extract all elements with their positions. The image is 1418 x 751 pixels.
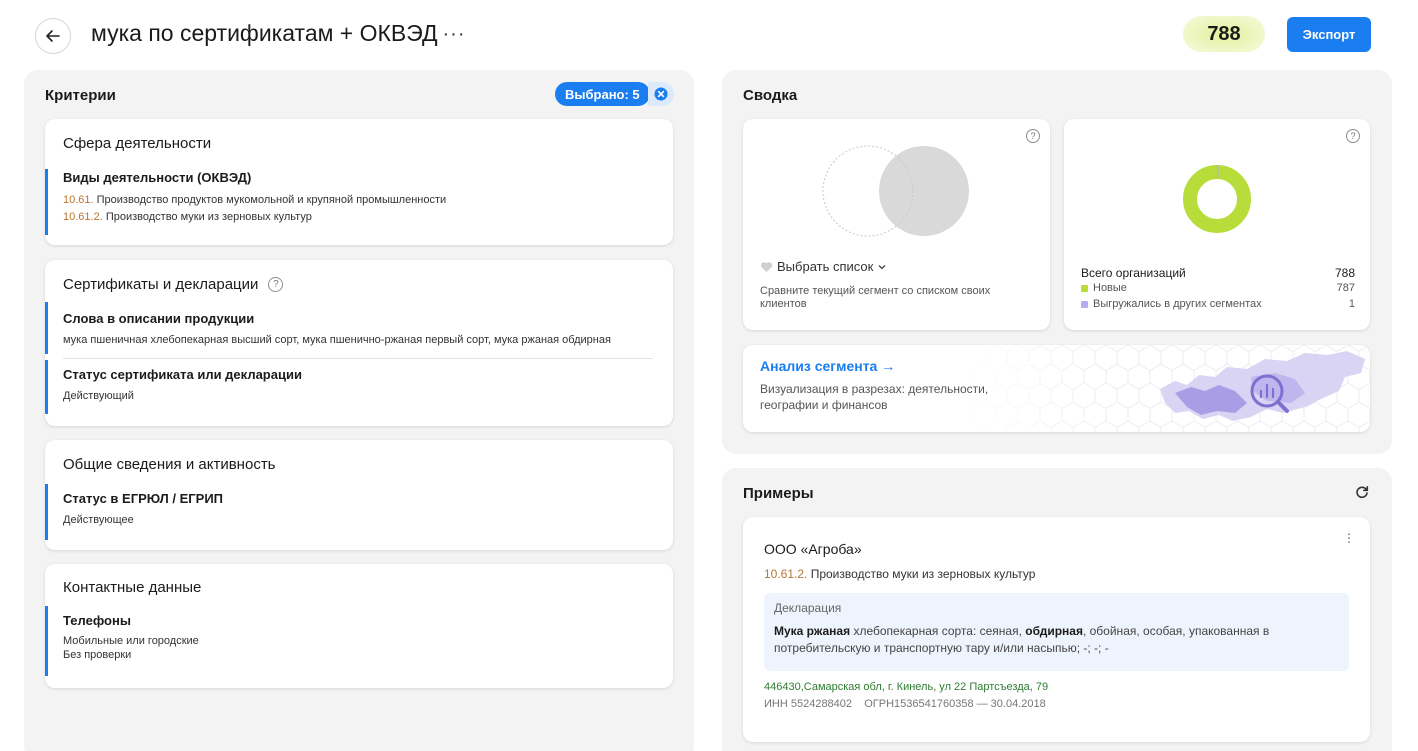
- card-title: Сертификаты и декларации ?: [63, 276, 284, 293]
- stat-exported-value: 1: [1348, 298, 1355, 310]
- export-button[interactable]: Экспорт: [1287, 17, 1371, 52]
- company-identifiers: ИНН 5524288402 ОГРН1536541760358 — 30.04…: [764, 698, 1046, 710]
- venn-diagram-icon: [822, 145, 969, 237]
- highlight: обдирная: [1025, 624, 1083, 638]
- more-options-button[interactable]: ···: [440, 20, 468, 48]
- declaration-box: Декларация Мука ржаная хлебопекарная сор…: [764, 593, 1349, 671]
- criterion-name: Виды деятельности (ОКВЭД): [63, 170, 252, 185]
- okved-text: Производство муки из зерновых культур: [102, 211, 312, 223]
- legend-dot-new: [1081, 284, 1088, 292]
- company-okved: 10.61.2. Производство муки из зерновых к…: [764, 567, 1035, 581]
- legend-dot-exported: [1081, 300, 1088, 308]
- examples-title: Примеры: [743, 485, 814, 502]
- chevron-down-icon: [878, 264, 886, 269]
- card-title-text: Сертификаты и декларации: [63, 276, 259, 293]
- criterion-cert-status[interactable]: Статус сертификата или декларации Действ…: [45, 360, 673, 414]
- summary-title: Сводка: [743, 87, 798, 104]
- okved-code: 10.61.2.: [63, 211, 103, 223]
- segment-analysis-card[interactable]: Анализ сегмента → Визуализация в разреза…: [743, 345, 1370, 432]
- criterion-phones[interactable]: Телефоны Мобильные или городские Без про…: [45, 606, 673, 676]
- declaration-text-part: хлебопекарная сорта: сеяная,: [850, 624, 1026, 638]
- criteria-panel: Критерии Выбрано: 5 Сфера деятельности В…: [24, 70, 694, 751]
- criterion-value: Действующий: [63, 390, 134, 402]
- help-icon[interactable]: ?: [1026, 129, 1040, 143]
- criterion-value-line: 10.61. Производство продуктов мукомольно…: [63, 192, 673, 209]
- example-company-card[interactable]: ООО «Агроба» ⋮ 10.61.2. Производство мук…: [743, 517, 1370, 742]
- okved-text: Производство муки из зерновых культур: [807, 567, 1036, 581]
- criteria-card-general: Общие сведения и активность Статус в ЕГР…: [45, 440, 673, 550]
- company-address: 446430,Самарская обл, г. Кинель, ул 22 П…: [764, 681, 1049, 693]
- selected-count-chip[interactable]: Выбрано: 5: [555, 82, 650, 106]
- highlight: Мука ржаная: [774, 624, 851, 638]
- summary-panel: Сводка ? Выбрать список Сравните текущий…: [722, 70, 1392, 454]
- criteria-card-contacts: Контактные данные Телефоны Мобильные или…: [45, 564, 673, 688]
- close-circle-icon: [654, 87, 668, 101]
- criterion-product-words[interactable]: Слова в описании продукции мука пшенична…: [45, 302, 673, 354]
- criterion-okved[interactable]: Виды деятельности (ОКВЭД) 10.61. Произво…: [45, 169, 673, 235]
- compare-description: Сравните текущий сегмент со списком свои…: [760, 285, 991, 310]
- back-button[interactable]: [35, 18, 71, 54]
- company-name: ООО «Агроба»: [764, 541, 862, 557]
- stat-total-value: 788: [1334, 266, 1355, 280]
- criterion-name: Статус сертификата или декларации: [63, 367, 302, 382]
- criteria-card-activity: Сфера деятельности Виды деятельности (ОК…: [45, 119, 673, 245]
- stats-card: ? Всего организаций 788 Новые 787 Выгруж…: [1064, 119, 1370, 330]
- criteria-card-certificates: Сертификаты и декларации ? Слова в описа…: [45, 260, 673, 426]
- okved-text: Производство продуктов мукомольной и кру…: [93, 194, 447, 206]
- count-badge: 788: [1183, 16, 1265, 52]
- declaration-text: Мука ржаная хлебопекарная сорта: сеяная,…: [774, 623, 1339, 657]
- compare-card: ? Выбрать список Сравните текущий сегмен…: [743, 119, 1050, 330]
- criterion-name: Телефоны: [63, 613, 131, 628]
- card-title: Контактные данные: [63, 579, 202, 596]
- criterion-value: Мобильные или городские: [63, 635, 199, 647]
- criterion-name: Статус в ЕГРЮЛ / ЕГРИП: [63, 491, 224, 506]
- criterion-value: Без проверки: [63, 649, 132, 661]
- help-icon[interactable]: ?: [268, 277, 284, 292]
- examples-panel: Примеры ООО «Агроба» ⋮ 10.61.2. Производ…: [722, 468, 1392, 751]
- card-title: Сфера деятельности: [63, 135, 212, 152]
- stat-total-row: Всего организаций 788: [1081, 266, 1355, 280]
- analysis-description: Визуализация в разрезах: деятельности, г…: [760, 382, 989, 412]
- stat-new-label: Новые: [1093, 282, 1127, 294]
- stat-new-value: 787: [1336, 282, 1355, 294]
- stat-exported-label: Выгружались в других сегментах: [1093, 298, 1262, 310]
- donut-chart: [1183, 165, 1251, 233]
- russia-map-icon: [1160, 351, 1365, 421]
- okved-code: 10.61.: [63, 194, 94, 206]
- header: мука по сертификатам + ОКВЭД ··· 788 Экс…: [0, 0, 1418, 70]
- criterion-value: Действующее: [63, 514, 134, 526]
- arrow-left-icon: [46, 30, 60, 42]
- criterion-value: мука пшеничная хлебопекарная высший сорт…: [63, 334, 611, 346]
- pick-list-label: Выбрать список: [777, 259, 874, 274]
- clear-selection-button[interactable]: [648, 82, 674, 106]
- stat-total-label: Всего организаций: [1081, 266, 1186, 280]
- criterion-name: Слова в описании продукции: [63, 311, 255, 326]
- criterion-value-line: 10.61.2. Производство муки из зерновых к…: [63, 209, 673, 226]
- refresh-icon[interactable]: [1355, 485, 1369, 499]
- criteria-title: Критерии: [45, 87, 116, 104]
- analysis-title: Анализ сегмента →: [760, 358, 896, 374]
- okved-code: 10.61.2.: [764, 567, 808, 581]
- page-title: мука по сертификатам + ОКВЭД: [91, 20, 438, 46]
- stat-exported-row: Выгружались в других сегментах 1: [1081, 298, 1355, 310]
- declaration-title: Декларация: [774, 601, 842, 615]
- card-title: Общие сведения и активность: [63, 456, 276, 473]
- criterion-egrul-status[interactable]: Статус в ЕГРЮЛ / ЕГРИП Действующее: [45, 484, 673, 540]
- divider: [63, 358, 653, 359]
- heart-icon: [760, 261, 773, 272]
- pick-list-dropdown[interactable]: Выбрать список: [760, 259, 887, 274]
- stat-new-row: Новые 787: [1081, 282, 1355, 294]
- help-icon[interactable]: ?: [1346, 129, 1360, 143]
- card-menu-icon[interactable]: ⋮: [1343, 531, 1355, 545]
